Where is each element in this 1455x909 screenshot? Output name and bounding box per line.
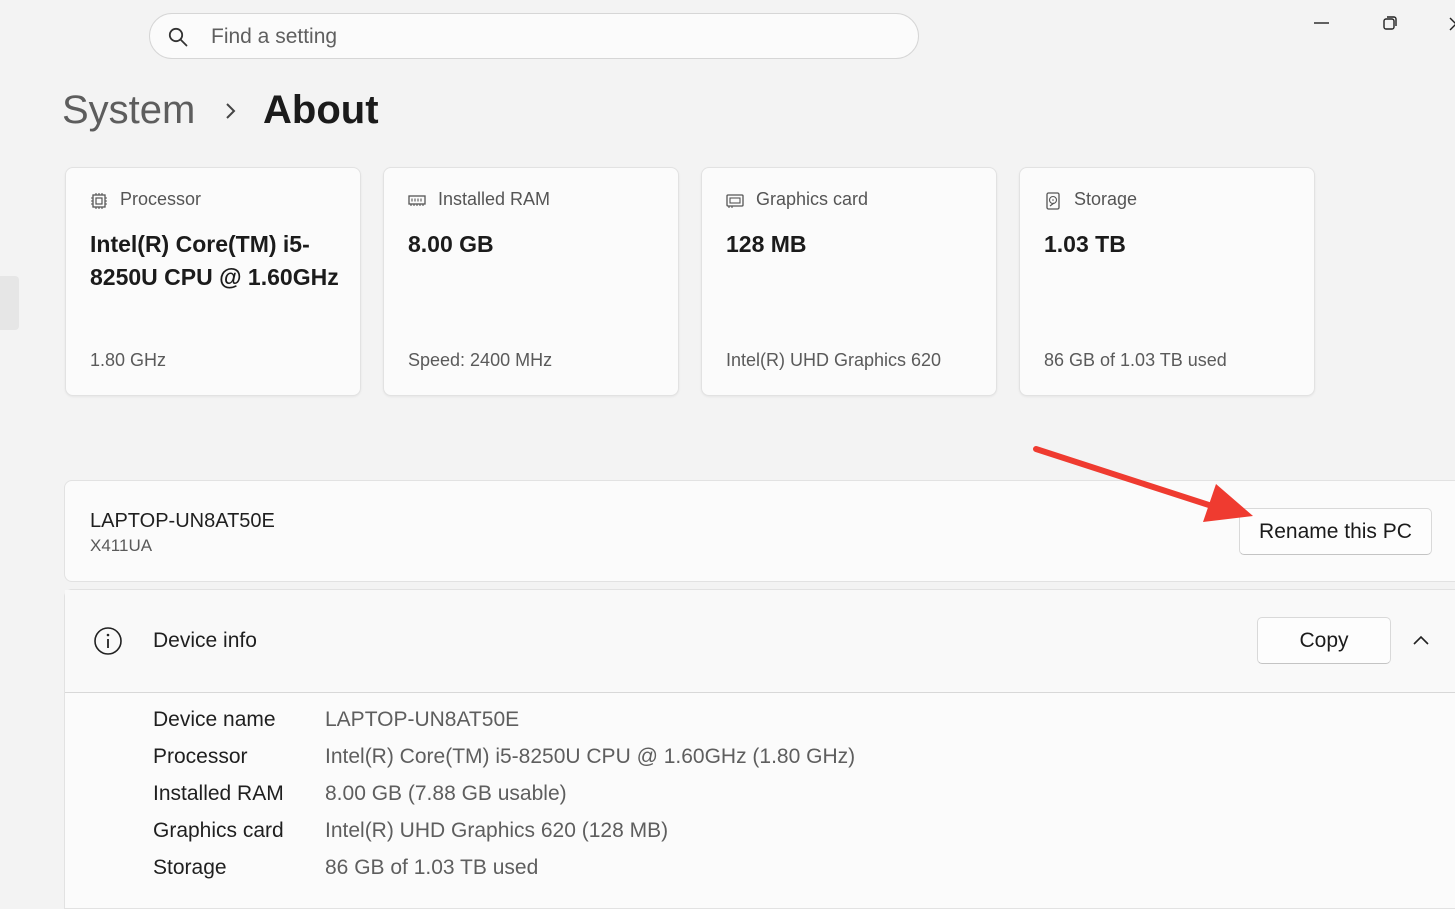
breadcrumb-system[interactable]: System (62, 88, 195, 133)
page-title: About (263, 88, 379, 132)
minimize-icon[interactable] (1306, 8, 1336, 38)
search-input[interactable]: Find a setting (211, 25, 337, 49)
chevron-right-icon (226, 103, 236, 119)
row-label: Graphics card (153, 819, 284, 842)
card-label: Installed RAM (438, 189, 551, 209)
device-info-panel: Device info Copy Device name LAPTOP-UN8A… (64, 589, 1455, 909)
row-value: LAPTOP-UN8AT50E (325, 708, 520, 731)
card-label: Processor (120, 189, 202, 209)
spec-card-processor: Processor Intel(R) Core(TM) i5-8250U CPU… (65, 167, 361, 396)
spec-card-ram: Installed RAM 8.00 GB Speed: 2400 MHz (383, 167, 679, 396)
copy-button[interactable]: Copy (1257, 617, 1391, 664)
device-info-title: Device info (153, 629, 257, 652)
search-box[interactable]: Find a setting (149, 13, 919, 59)
close-icon[interactable] (1440, 8, 1455, 38)
row-label: Installed RAM (153, 782, 284, 805)
pc-name: LAPTOP-UN8AT50E (90, 510, 275, 532)
info-icon (94, 627, 122, 655)
row-value: Intel(R) Core(TM) i5-8250U CPU @ 1.60GHz… (325, 745, 856, 768)
card-sub: Speed: 2400 MHz (408, 350, 553, 370)
card-sub: 86 GB of 1.03 TB used (1044, 350, 1227, 370)
row-label: Storage (153, 856, 227, 879)
row-label: Processor (153, 745, 248, 768)
rename-pc-button[interactable]: Rename this PC (1239, 508, 1432, 555)
row-value: 8.00 GB (7.88 GB usable) (325, 782, 567, 805)
graphics-card-icon (726, 194, 744, 208)
card-label: Graphics card (756, 189, 869, 209)
card-label: Storage (1074, 189, 1138, 209)
storage-icon (1046, 192, 1060, 210)
search-icon (168, 27, 188, 47)
spec-card-storage: Storage 1.03 TB 86 GB of 1.03 TB used (1019, 167, 1315, 396)
ram-icon (408, 195, 426, 206)
spec-card-graphics: Graphics card 128 MB Intel(R) UHD Graphi… (701, 167, 997, 396)
card-value: 128 MB (726, 231, 807, 257)
card-sub: 1.80 GHz (90, 350, 167, 370)
sidebar-edge (0, 276, 19, 330)
card-value: 1.03 TB (1044, 231, 1126, 257)
card-value: 8.00 GB (408, 231, 494, 257)
processor-icon (91, 193, 107, 209)
restore-icon[interactable] (1375, 8, 1405, 38)
pc-name-panel: LAPTOP-UN8AT50E X411UA Rename this PC (64, 480, 1455, 582)
row-label: Device name (153, 708, 276, 731)
card-value: Intel(R) Core(TM) i5-8250U CPU @ 1.60GHz (90, 231, 339, 290)
pc-model: X411UA (90, 536, 153, 555)
card-sub: Intel(R) UHD Graphics 620 (726, 350, 942, 370)
row-value: 86 GB of 1.03 TB used (325, 856, 539, 879)
chevron-up-icon[interactable] (1411, 632, 1431, 648)
row-value: Intel(R) UHD Graphics 620 (128 MB) (325, 819, 669, 842)
device-info-header[interactable]: Device info Copy (65, 590, 1455, 693)
